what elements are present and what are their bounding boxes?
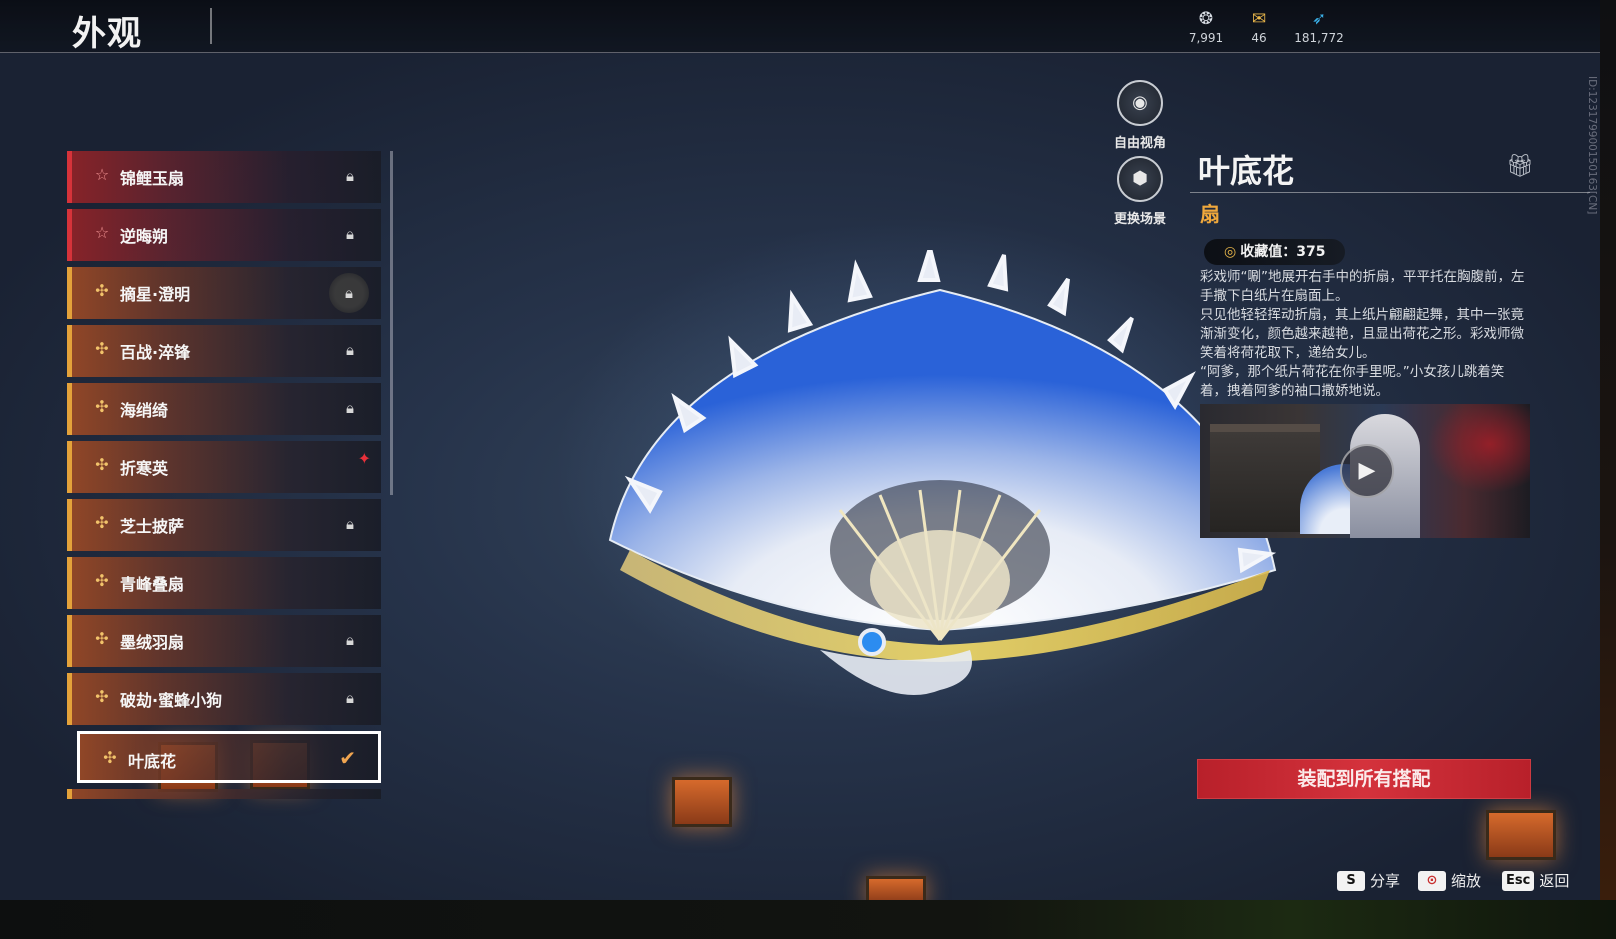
list-item[interactable]: ☆ 逆晦朔 🔒︎: [67, 209, 381, 261]
list-item-label: 破劫·蜜蜂小狗: [120, 691, 223, 710]
list-item[interactable]: ✣ 青峰叠扇: [67, 557, 381, 609]
list-item[interactable]: ✣ 破劫·蜜蜂小狗 🔒︎: [67, 673, 381, 725]
list-item-label: 折寒英: [120, 459, 169, 478]
bottom-edge-strip: [0, 900, 1616, 939]
list-item-label: 叶底花: [128, 752, 177, 771]
lantern-decoration: [866, 876, 926, 900]
list-item-label: 芝士披萨: [120, 517, 185, 536]
page-title: 外观: [72, 14, 142, 54]
lock-icon: 🔒︎: [346, 689, 354, 707]
right-edge-strip: [1600, 0, 1616, 900]
description-paragraph: “阿爹，那个纸片荷花在你手里呢。”小女孩儿跳着笑着，拽着阿爹的袖口撒娇地说。: [1200, 364, 1505, 399]
checkmark-icon: ✔: [339, 746, 356, 770]
hotkey-back-label: 返回: [1539, 872, 1570, 890]
sparkle-rarity-icon: ✣: [95, 281, 109, 300]
sparkle-rarity-icon: ✣: [95, 571, 109, 590]
sparkle-rarity-icon: ✣: [95, 339, 109, 358]
change-scene-button[interactable]: ⬢ 更换场景: [1100, 156, 1180, 227]
list-item[interactable]: ✣ 折寒英 ✦: [67, 441, 381, 493]
camera-icon: ◉: [1117, 80, 1163, 126]
list-item-label: 逆晦朔: [120, 227, 169, 246]
list-item[interactable]: ✣ 海绡绮 🔒︎: [67, 383, 381, 435]
preview-video-thumbnail[interactable]: ▶: [1200, 404, 1530, 538]
list-item[interactable]: [67, 789, 381, 799]
lock-icon: 🔒︎: [346, 631, 354, 649]
list-item[interactable]: ☆ 锦鲤玉扇 🔒︎: [67, 151, 381, 203]
lantern-decoration: [1486, 810, 1556, 860]
item-type-label: 扇: [1200, 202, 1220, 226]
sparkle-rarity-icon: ✣: [95, 513, 109, 532]
collection-coin-icon: ◎: [1224, 244, 1237, 260]
scene-background: ◉ 自由视角 ⬢ 更换场景 叶底花 🎁︎ 扇 ◎ 收藏值：375 彩戏师“唰”地展…: [0, 0, 1600, 900]
key-esc-icon: Esc: [1502, 870, 1535, 891]
free-view-button[interactable]: ◉ 自由视角: [1100, 80, 1180, 151]
lantern-decoration: [672, 777, 732, 827]
list-item-label: 青峰叠扇: [120, 575, 185, 594]
lock-icon: 🔒︎: [346, 341, 354, 359]
title-divider: [210, 8, 212, 44]
list-scrollbar[interactable]: [390, 151, 393, 495]
list-item-label: 锦鲤玉扇: [120, 169, 185, 188]
description-paragraph: 彩戏师“唰”地展开右手中的折扇，平平托在胸腹前，左手撒下白纸片在扇面上。: [1200, 269, 1525, 304]
currency-value: 181,772: [1294, 31, 1344, 45]
hotkey-back[interactable]: Esc 返回: [1502, 870, 1569, 891]
appearance-item-list[interactable]: ☆ 锦鲤玉扇 🔒︎ ☆ 逆晦朔 🔒︎ ✣ 摘星·澄明 🔒︎ ✣ 百战·淬锋 🔒︎…: [67, 151, 382, 799]
sparkle-rarity-icon: ✣: [103, 748, 117, 767]
item-name-title: 叶底花: [1198, 152, 1295, 190]
sparkle-rarity-icon: ✣: [95, 397, 109, 416]
item-description: 彩戏师“唰”地展开右手中的折扇，平平托在胸腹前，左手撒下白纸片在扇面上。 只见他…: [1200, 268, 1530, 401]
play-icon[interactable]: ▶: [1340, 444, 1394, 498]
feather-icon: ➶: [1311, 9, 1327, 29]
key-s-icon: S: [1337, 870, 1365, 891]
collection-value-text: 收藏值：375: [1240, 244, 1326, 260]
hotkey-share-label: 分享: [1370, 872, 1401, 890]
lock-icon: 🔒︎: [329, 273, 369, 313]
list-item[interactable]: ✣ 摘星·澄明 🔒︎: [67, 267, 381, 319]
free-view-label: 自由视角: [1113, 136, 1166, 151]
currency-feather[interactable]: ➶ 181,772: [1284, 8, 1354, 45]
star-rarity-icon: ☆: [94, 165, 110, 184]
star-rarity-icon: ☆: [94, 223, 110, 242]
lock-icon: 🔒︎: [346, 225, 354, 243]
collection-value-badge: ◎ 收藏值：375: [1204, 239, 1346, 265]
change-scene-label: 更换场景: [1113, 212, 1166, 227]
new-badge-icon: ✦: [357, 449, 371, 468]
list-item[interactable]: ✣ 百战·淬锋 🔒︎: [67, 325, 381, 377]
hotkey-zoom-label: 缩放: [1451, 872, 1482, 890]
lock-icon: 🔒︎: [346, 515, 354, 533]
list-item-selected[interactable]: ✣ 叶底花 ✔: [77, 731, 381, 783]
lock-icon: 🔒︎: [346, 167, 354, 185]
lock-icon: 🔒︎: [346, 399, 354, 417]
list-item-label: 墨绒羽扇: [120, 633, 185, 652]
description-paragraph: 只见他轻轻挥动折扇，其上纸片翩翩起舞，其中一张竟渐渐变化，颜色越来越艳，且显出荷…: [1200, 307, 1524, 361]
sparkle-rarity-icon: ✣: [95, 687, 109, 706]
top-bar: 外观 ❂ 7,991 ✉ 46 ➶ 181,772: [0, 0, 1600, 54]
list-item[interactable]: ✣ 芝士披萨 🔒︎: [67, 499, 381, 551]
list-item-label: 百战·淬锋: [120, 343, 191, 362]
equip-all-outfits-button[interactable]: 装配到所有搭配: [1197, 759, 1531, 799]
hotkey-share[interactable]: S 分享: [1337, 870, 1400, 891]
fan-model[interactable]: [590, 250, 1290, 710]
scene-cube-icon: ⬢: [1117, 156, 1163, 202]
client-id-text: ID:1231799001501​63[CN]: [1586, 76, 1598, 215]
sparkle-rarity-icon: ✣: [95, 455, 109, 474]
mouse-wheel-icon: ⊙: [1418, 870, 1446, 891]
title-divider: [1190, 192, 1590, 193]
sparkle-rarity-icon: ✣: [95, 629, 109, 648]
list-item-label: 海绡绮: [120, 401, 169, 420]
gift-icon[interactable]: 🎁︎: [1506, 154, 1534, 179]
list-item[interactable]: ✣ 墨绒羽扇 🔒︎: [67, 615, 381, 667]
hotkey-zoom[interactable]: ⊙ 缩放: [1418, 870, 1481, 891]
list-item-label: 摘星·澄明: [120, 285, 191, 304]
